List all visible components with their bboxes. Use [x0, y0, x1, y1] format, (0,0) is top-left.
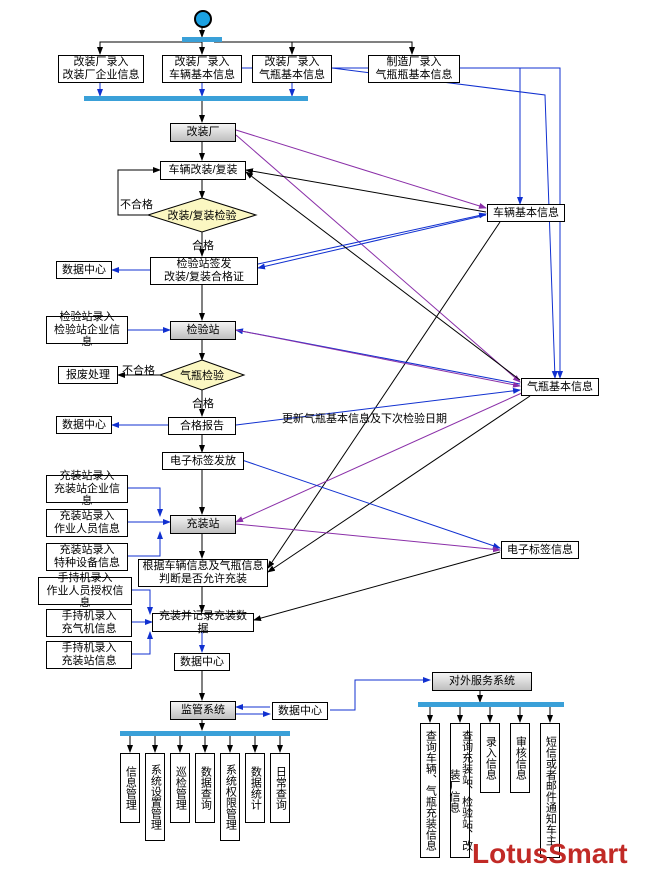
label: 制造厂录入气瓶瓶基本信息 [376, 56, 453, 81]
label: 数据查询 [199, 766, 212, 810]
qual-report: 合格报告 [168, 417, 236, 435]
label: 充装并记录充装数据 [156, 610, 250, 635]
inspection-station: 检验站 [170, 321, 236, 340]
vehicle-modification: 车辆改装/复装 [160, 161, 246, 180]
input-cylinder-basic: 改装厂录入气瓶基本信息 [252, 55, 332, 83]
ext-item-qvehicle: 查询车辆、气瓶充装信息 [420, 723, 440, 858]
fill-station: 充装站 [170, 515, 236, 534]
label: 报废处理 [66, 369, 110, 382]
label: 手持机录入充装站信息 [62, 642, 117, 667]
label: 系统设置管理 [149, 764, 162, 830]
sup-item-query: 数据查询 [195, 753, 215, 823]
input-factory-enterprise: 改装厂录入改装厂企业信息 [58, 55, 144, 83]
decision-mod-inspection: 改装/复装检验 [148, 198, 256, 232]
cert-issue: 检验站签发改装/复装合格证 [150, 257, 258, 285]
label: 手持机录入作业人员授权信息 [42, 572, 128, 610]
sup-item-daily: 日常查询 [270, 753, 290, 823]
vehicle-info-box: 车辆基本信息 [487, 204, 565, 222]
sup-item-sysset: 系统设置管理 [145, 753, 165, 841]
datacenter-3: 数据中心 [174, 653, 230, 671]
etag-issue: 电子标签发放 [162, 452, 244, 470]
label: 充装站录入作业人员信息 [54, 510, 120, 535]
label: 合格报告 [180, 420, 224, 433]
join-bar-top [84, 96, 308, 101]
scrap: 报废处理 [58, 366, 118, 384]
hand-input-station: 手持机录入充装站信息 [46, 641, 132, 669]
label: 巡检管理 [174, 766, 187, 810]
fill-record: 充装并记录充装数据 [152, 613, 254, 632]
ext-item-enter: 录入信息 [480, 723, 500, 793]
fill-input-equip: 充装站录入特种设备信息 [46, 543, 128, 571]
ext-item-audit: 审核信息 [510, 723, 530, 793]
label: 对外服务系统 [449, 675, 515, 688]
label: 充装站 [187, 518, 220, 531]
datacenter-4: 数据中心 [272, 702, 328, 720]
ext-item-qstation: 查询充装站、检验站、改装厂信息 [450, 723, 470, 858]
fork-ext [418, 702, 564, 707]
label: 改装厂录入气瓶基本信息 [259, 56, 325, 81]
fill-input-worker: 充装站录入作业人员信息 [46, 509, 128, 537]
label: 充装站录入充装站企业信息 [50, 470, 124, 508]
label: 数据中心 [62, 264, 106, 277]
sup-item-patrol: 巡检管理 [170, 753, 190, 823]
label: 监管系统 [181, 704, 225, 717]
decision-cylinder-inspection: 气瓶检验 [160, 360, 244, 390]
label: 充装站录入特种设备信息 [54, 544, 120, 569]
label: 气瓶检验 [180, 367, 224, 383]
fill-input-enterprise: 充装站录入充装站企业信息 [46, 475, 128, 503]
fork-supervise [120, 731, 290, 736]
input-vehicle-basic: 改装厂录入车辆基本信息 [162, 55, 242, 83]
label: 数据统计 [249, 766, 262, 810]
datacenter-1: 数据中心 [56, 261, 112, 279]
datacenter-2: 数据中心 [56, 416, 112, 434]
edge-update-note: 更新气瓶基本信息及下次检验日期 [282, 410, 447, 426]
label: 根据车辆信息及气瓶信息判断是否允许充装 [143, 560, 264, 585]
edge-label-fail-2: 不合格 [122, 362, 155, 378]
label: 改装/复装检验 [167, 207, 236, 223]
cylinder-info-box: 气瓶基本信息 [521, 378, 599, 396]
input-manufacturer-cylinder: 制造厂录入气瓶瓶基本信息 [368, 55, 460, 83]
watermark: LotusSmart [472, 838, 628, 870]
label: 审核信息 [514, 736, 527, 780]
label: 系统权限管理 [224, 764, 237, 830]
label: 数据中心 [180, 656, 224, 669]
label: 车辆基本信息 [493, 207, 559, 220]
edge-label-fail-1: 不合格 [120, 196, 153, 212]
label: 改装厂录入改装厂企业信息 [63, 56, 140, 81]
label: 手持机录入充气机信息 [62, 610, 117, 635]
edge-label-pass-1: 合格 [192, 237, 214, 253]
sup-item-perm: 系统权限管理 [220, 753, 240, 841]
label: 改装厂 [187, 126, 220, 139]
hand-input-machine: 手持机录入充气机信息 [46, 609, 132, 637]
label: 检验站 [187, 324, 220, 337]
edge-label-pass-2: 合格 [192, 395, 214, 411]
insp-enter: 检验站录入检验站企业信息 [46, 316, 128, 344]
label: 改装厂录入车辆基本信息 [169, 56, 235, 81]
sup-item-stat: 数据统计 [245, 753, 265, 823]
hand-input-auth: 手持机录入作业人员授权信息 [38, 577, 132, 605]
label: 气瓶基本信息 [527, 381, 593, 394]
fill-check: 根据车辆信息及气瓶信息判断是否允许充装 [138, 559, 268, 587]
external-service: 对外服务系统 [432, 672, 532, 691]
label: 检验站录入检验站企业信息 [50, 311, 124, 349]
label: 检验站签发改装/复装合格证 [164, 258, 244, 283]
label: 车辆改装/复装 [168, 164, 237, 177]
sup-item-info: 信息管理 [120, 753, 140, 823]
label: 信息管理 [124, 766, 137, 810]
label: 短信或者邮件通知车主 [544, 736, 557, 846]
fork-bar-top [182, 37, 222, 42]
label: 电子标签发放 [170, 455, 236, 468]
etag-info-box: 电子标签信息 [501, 541, 579, 559]
start-node [194, 10, 212, 28]
label: 数据中心 [278, 705, 322, 718]
label: 日常查询 [274, 766, 287, 810]
label: 录入信息 [484, 736, 497, 780]
label: 查询充装站、检验站、改装厂信息 [447, 725, 472, 856]
label: 查询车辆、气瓶充装信息 [424, 730, 437, 851]
label: 数据中心 [62, 419, 106, 432]
supervise-system: 监管系统 [170, 701, 236, 720]
factory-node: 改装厂 [170, 123, 236, 142]
label: 电子标签信息 [507, 544, 573, 557]
